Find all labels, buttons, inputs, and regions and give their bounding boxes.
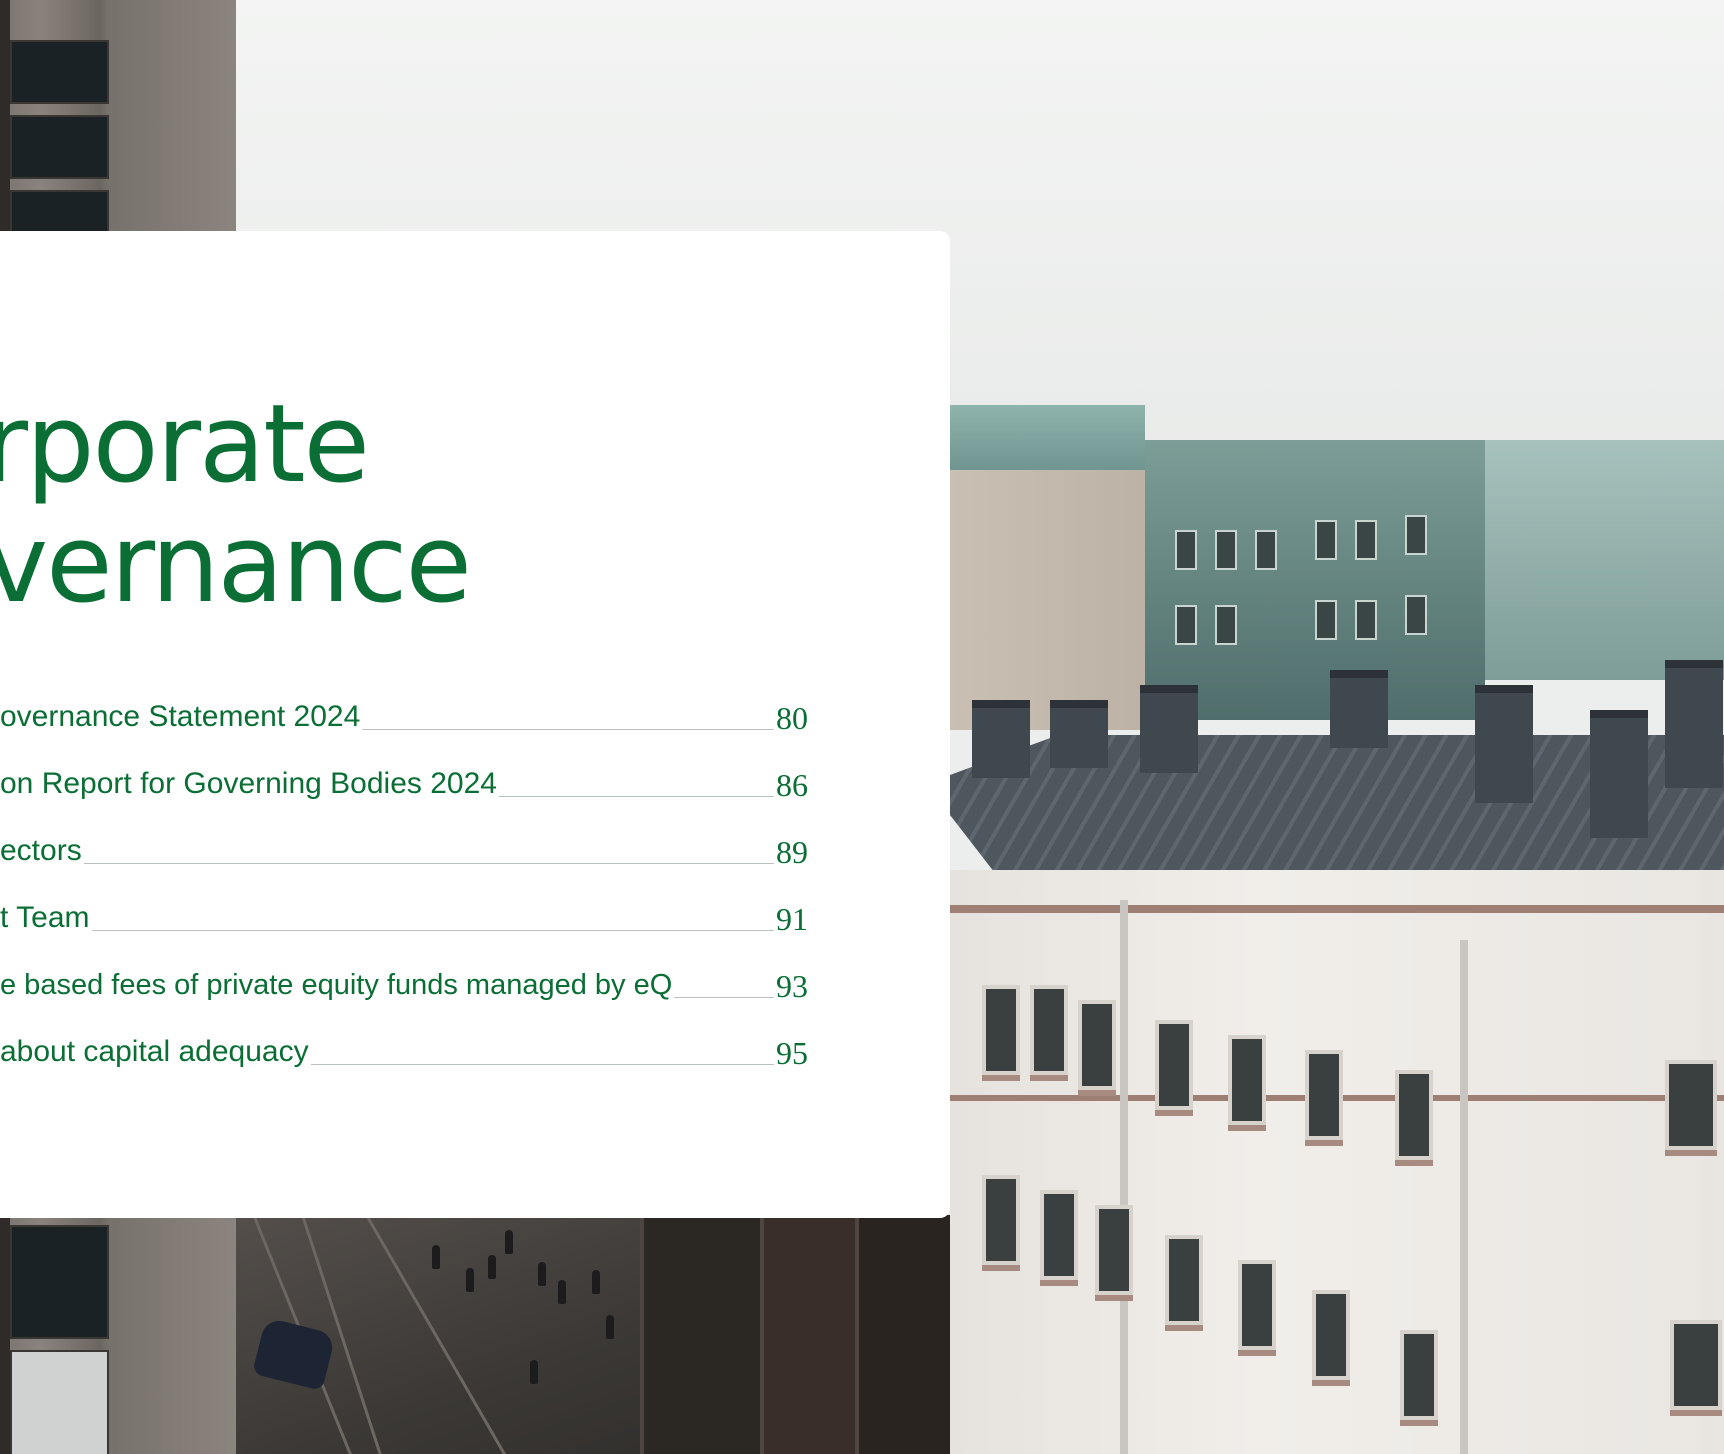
mansard-building <box>1485 440 1724 680</box>
pedestrian <box>432 1245 440 1269</box>
toc-entry-label: overnance Statement 2024 <box>0 700 361 733</box>
building-window <box>1215 530 1237 570</box>
toc-entry[interactable]: e based fees of private equity funds man… <box>0 962 808 1002</box>
chimney <box>972 700 1030 778</box>
toc-entry-page: 91 <box>776 901 808 937</box>
tan-building-wall <box>950 470 1145 730</box>
chimney <box>1330 670 1388 748</box>
pedestrian <box>592 1270 600 1294</box>
facade-window <box>1670 1320 1722 1410</box>
facade-window <box>1155 1020 1193 1110</box>
toc-entry-label: e based fees of private equity funds man… <box>0 969 673 1001</box>
tram-rail <box>296 1199 398 1454</box>
pedestrian <box>530 1360 538 1384</box>
toc-leader-line <box>362 729 774 730</box>
toc-entry-page: 86 <box>776 767 808 803</box>
toc-leader-line <box>498 796 774 797</box>
toc-entry[interactable]: overnance Statement 2024 80 <box>0 694 808 736</box>
chimney <box>1050 700 1108 768</box>
facade-window <box>1400 1330 1438 1420</box>
facade-cornice <box>950 905 1724 913</box>
toc-entry[interactable]: ectors 89 <box>0 828 808 870</box>
toc-entry[interactable]: t Team 91 <box>0 895 808 937</box>
facade-window <box>1095 1205 1133 1295</box>
pedestrian <box>606 1315 614 1339</box>
building-window <box>1315 600 1337 640</box>
toc-card: rporate vernance overnance Statement 202… <box>0 231 950 1218</box>
facade-window <box>1040 1190 1078 1280</box>
facade-window <box>1078 1000 1116 1090</box>
facade-window <box>982 985 1020 1075</box>
toc-entry-label: t Team <box>0 901 90 934</box>
section-title-line-2: vernance <box>0 502 472 627</box>
toc-entry-page: 95 <box>776 1035 808 1071</box>
teal-roof-building <box>950 405 1145 475</box>
pedestrian <box>488 1255 496 1279</box>
chimney <box>1475 685 1533 803</box>
drainpipe <box>1120 900 1128 1454</box>
shopfront <box>760 1215 859 1454</box>
building-window <box>1355 600 1377 640</box>
toc-leader-line <box>674 997 774 998</box>
building-window <box>1405 515 1427 555</box>
shopfront <box>855 1215 954 1454</box>
building-window <box>1175 530 1197 570</box>
facade-window <box>1030 985 1068 1075</box>
facade-window <box>1305 1050 1343 1140</box>
teal-office-building <box>1145 440 1485 720</box>
building-window <box>1255 530 1277 570</box>
toc-entry-label: ectors <box>0 834 82 867</box>
facade-window <box>1665 1060 1717 1150</box>
facade-window <box>1228 1035 1266 1125</box>
toc-entry[interactable]: about capital adequacy 95 <box>0 1029 808 1071</box>
chimney <box>1590 710 1648 838</box>
building-window <box>1215 605 1237 645</box>
tower-window <box>10 1350 109 1454</box>
toc-leader-line <box>91 930 774 931</box>
chimney <box>1665 660 1723 788</box>
pedestrian <box>558 1280 566 1304</box>
pedestrian <box>505 1230 513 1254</box>
building-window <box>1355 520 1377 560</box>
section-title-line-1: rporate <box>0 382 370 507</box>
toc-leader-line <box>83 863 774 864</box>
toc-entry-page: 89 <box>776 834 808 870</box>
building-window <box>1175 605 1197 645</box>
toc-entry[interactable]: on Report for Governing Bodies 2024 86 <box>0 761 808 803</box>
tower-window <box>10 190 109 234</box>
toc-leader-line <box>310 1064 774 1065</box>
chimney <box>1140 685 1198 773</box>
tower-window <box>10 1225 109 1339</box>
drainpipe <box>1460 940 1468 1454</box>
building-window <box>1405 595 1427 635</box>
toc-entry-label: on Report for Governing Bodies 2024 <box>0 767 497 800</box>
toc-entry-page: 93 <box>776 968 808 1004</box>
pedestrian <box>538 1262 546 1286</box>
facade-window <box>1165 1235 1203 1325</box>
tower-window <box>10 115 109 179</box>
facade-window <box>982 1175 1020 1265</box>
facade-window <box>1238 1260 1276 1350</box>
toc-entry-page: 80 <box>776 700 808 736</box>
toc-entry-label: about capital adequacy <box>0 1035 309 1068</box>
building-window <box>1315 520 1337 560</box>
facade-window <box>1395 1070 1433 1160</box>
shopfront <box>640 1215 764 1454</box>
pedestrian <box>466 1268 474 1292</box>
tower-window <box>10 40 109 104</box>
facade-window <box>1312 1290 1350 1380</box>
tram-rail <box>356 1198 519 1454</box>
